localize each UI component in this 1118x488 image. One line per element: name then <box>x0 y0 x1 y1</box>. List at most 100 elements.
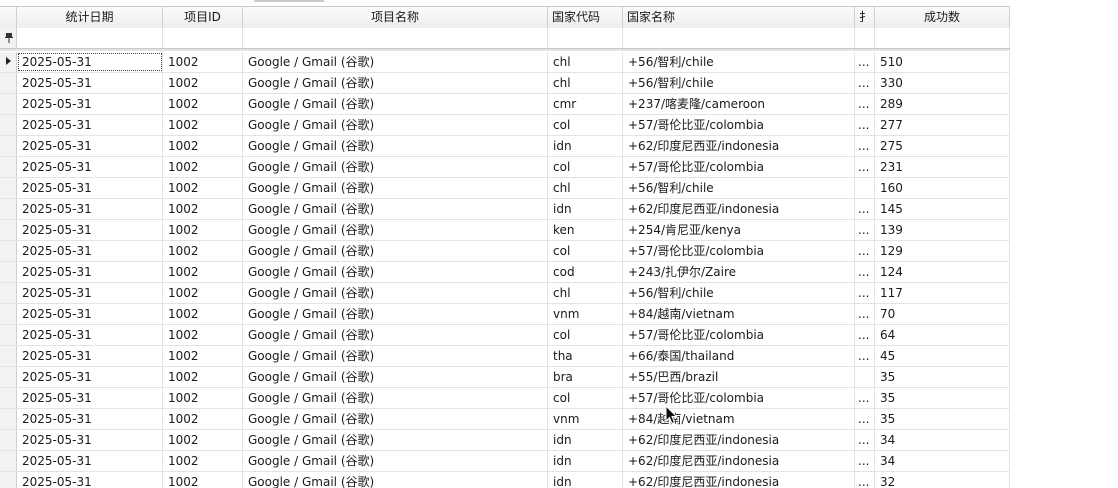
cell-country-name[interactable]: +56/智利/chile <box>623 73 855 93</box>
row-indicator[interactable] <box>0 346 17 366</box>
cell-country-name[interactable]: +243/扎伊尔/Zaire <box>623 262 855 282</box>
column-header-project-name[interactable]: 项目名称 <box>243 7 548 28</box>
cell-truncated[interactable]: ... <box>855 157 875 177</box>
cell-country-name[interactable]: +62/印度尼西亚/indonesia <box>623 136 855 156</box>
filter-cell-country-name[interactable] <box>623 28 855 48</box>
table-row[interactable]: 2025-05-31 1002 Google / Gmail (谷歌) cmr +237… <box>0 94 1010 115</box>
table-row[interactable]: 2025-05-31 1002 Google / Gmail (谷歌) idn +62/… <box>0 472 1010 488</box>
cell-project-id[interactable]: 1002 <box>163 409 243 429</box>
cell-truncated[interactable]: ... <box>855 472 875 488</box>
cell-date[interactable]: 2025-05-31 <box>17 73 163 93</box>
cell-country-name[interactable]: +56/智利/chile <box>623 178 855 198</box>
cell-truncated[interactable]: ... <box>855 430 875 450</box>
cell-country-code[interactable]: chl <box>548 52 623 72</box>
table-row[interactable]: 2025-05-31 1002 Google / Gmail (谷歌) idn +62/… <box>0 430 1010 451</box>
cell-country-name[interactable]: +254/肯尼亚/kenya <box>623 220 855 240</box>
table-row[interactable]: 2025-05-31 1002 Google / Gmail (谷歌) idn +62/… <box>0 136 1010 157</box>
cell-project-name[interactable]: Google / Gmail (谷歌) <box>243 94 548 114</box>
row-indicator[interactable] <box>0 220 17 240</box>
cell-country-code[interactable]: col <box>548 325 623 345</box>
cell-date[interactable]: 2025-05-31 <box>17 304 163 324</box>
cell-truncated[interactable]: ... <box>855 346 875 366</box>
row-indicator[interactable] <box>0 241 17 261</box>
row-indicator[interactable] <box>0 199 17 219</box>
row-indicator[interactable] <box>0 325 17 345</box>
cell-success-count[interactable]: 160 <box>875 178 1010 198</box>
cell-country-code[interactable]: idn <box>548 451 623 471</box>
table-row[interactable]: 2025-05-31 1002 Google / Gmail (谷歌) chl +56/… <box>0 178 1010 199</box>
cell-country-name[interactable]: +84/越南/vietnam <box>623 409 855 429</box>
horizontal-scrollbar-thumb[interactable] <box>254 0 324 2</box>
cell-country-code[interactable]: col <box>548 388 623 408</box>
cell-country-name[interactable]: +66/泰国/thailand <box>623 346 855 366</box>
cell-date[interactable]: 2025-05-31 <box>17 52 163 72</box>
cell-project-id[interactable]: 1002 <box>163 346 243 366</box>
cell-project-id[interactable]: 1002 <box>163 430 243 450</box>
cell-project-id[interactable]: 1002 <box>163 367 243 387</box>
cell-project-name[interactable]: Google / Gmail (谷歌) <box>243 241 548 261</box>
cell-country-code[interactable]: col <box>548 241 623 261</box>
cell-project-name[interactable]: Google / Gmail (谷歌) <box>243 178 548 198</box>
cell-project-id[interactable]: 1002 <box>163 325 243 345</box>
cell-project-id[interactable]: 1002 <box>163 73 243 93</box>
cell-project-name[interactable]: Google / Gmail (谷歌) <box>243 451 548 471</box>
column-header-date[interactable]: 统计日期 <box>17 7 163 28</box>
row-indicator[interactable] <box>0 430 17 450</box>
cell-project-id[interactable]: 1002 <box>163 472 243 488</box>
cell-country-code[interactable]: vnm <box>548 409 623 429</box>
cell-date[interactable]: 2025-05-31 <box>17 94 163 114</box>
cell-date[interactable]: 2025-05-31 <box>17 115 163 135</box>
cell-country-name[interactable]: +62/印度尼西亚/indonesia <box>623 430 855 450</box>
cell-success-count[interactable]: 35 <box>875 367 1010 387</box>
cell-project-id[interactable]: 1002 <box>163 283 243 303</box>
cell-truncated[interactable]: ... <box>855 73 875 93</box>
cell-project-id[interactable]: 1002 <box>163 220 243 240</box>
cell-country-name[interactable]: +57/哥伦比亚/colombia <box>623 157 855 177</box>
cell-truncated[interactable] <box>855 367 875 387</box>
cell-project-name[interactable]: Google / Gmail (谷歌) <box>243 388 548 408</box>
cell-project-id[interactable]: 1002 <box>163 451 243 471</box>
cell-country-name[interactable]: +56/智利/chile <box>623 52 855 72</box>
row-indicator[interactable] <box>0 283 17 303</box>
row-indicator[interactable] <box>0 409 17 429</box>
table-row[interactable]: 2025-05-31 1002 Google / Gmail (谷歌) vnm +84/… <box>0 409 1010 430</box>
cell-country-code[interactable]: cmr <box>548 94 623 114</box>
cell-success-count[interactable]: 64 <box>875 325 1010 345</box>
column-header-project-id[interactable]: 项目ID <box>163 7 243 28</box>
cell-country-code[interactable]: vnm <box>548 304 623 324</box>
table-row[interactable]: 2025-05-31 1002 Google / Gmail (谷歌) col +57/… <box>0 157 1010 178</box>
cell-date[interactable]: 2025-05-31 <box>17 346 163 366</box>
table-row[interactable]: 2025-05-31 1002 Google / Gmail (谷歌) col +57/… <box>0 241 1010 262</box>
row-indicator[interactable] <box>0 115 17 135</box>
cell-date[interactable]: 2025-05-31 <box>17 283 163 303</box>
cell-success-count[interactable]: 35 <box>875 388 1010 408</box>
row-indicator[interactable] <box>0 157 17 177</box>
cell-success-count[interactable]: 34 <box>875 451 1010 471</box>
cell-date[interactable]: 2025-05-31 <box>17 157 163 177</box>
cell-date[interactable]: 2025-05-31 <box>17 136 163 156</box>
cell-project-name[interactable]: Google / Gmail (谷歌) <box>243 472 548 488</box>
cell-date[interactable]: 2025-05-31 <box>17 367 163 387</box>
row-indicator[interactable] <box>0 94 17 114</box>
cell-country-code[interactable]: idn <box>548 136 623 156</box>
cell-date[interactable]: 2025-05-31 <box>17 472 163 488</box>
cell-truncated[interactable]: ... <box>855 52 875 72</box>
table-row[interactable]: 2025-05-31 1002 Google / Gmail (谷歌) col +57/… <box>0 388 1010 409</box>
filter-cell-project-name[interactable] <box>243 28 548 48</box>
cell-success-count[interactable]: 139 <box>875 220 1010 240</box>
cell-success-count[interactable]: 70 <box>875 304 1010 324</box>
cell-project-id[interactable]: 1002 <box>163 199 243 219</box>
cell-project-id[interactable]: 1002 <box>163 136 243 156</box>
cell-project-id[interactable]: 1002 <box>163 262 243 282</box>
row-indicator[interactable] <box>0 178 17 198</box>
cell-project-name[interactable]: Google / Gmail (谷歌) <box>243 199 548 219</box>
cell-truncated[interactable]: ... <box>855 388 875 408</box>
cell-project-name[interactable]: Google / Gmail (谷歌) <box>243 346 548 366</box>
cell-project-id[interactable]: 1002 <box>163 388 243 408</box>
cell-country-name[interactable]: +84/越南/vietnam <box>623 304 855 324</box>
cell-country-name[interactable]: +237/喀麦隆/cameroon <box>623 94 855 114</box>
filter-cell-country-code[interactable] <box>548 28 623 48</box>
column-header-country-code[interactable]: 国家代码 <box>548 7 623 28</box>
auto-filter-row[interactable] <box>0 28 1010 49</box>
row-indicator[interactable] <box>0 367 17 387</box>
